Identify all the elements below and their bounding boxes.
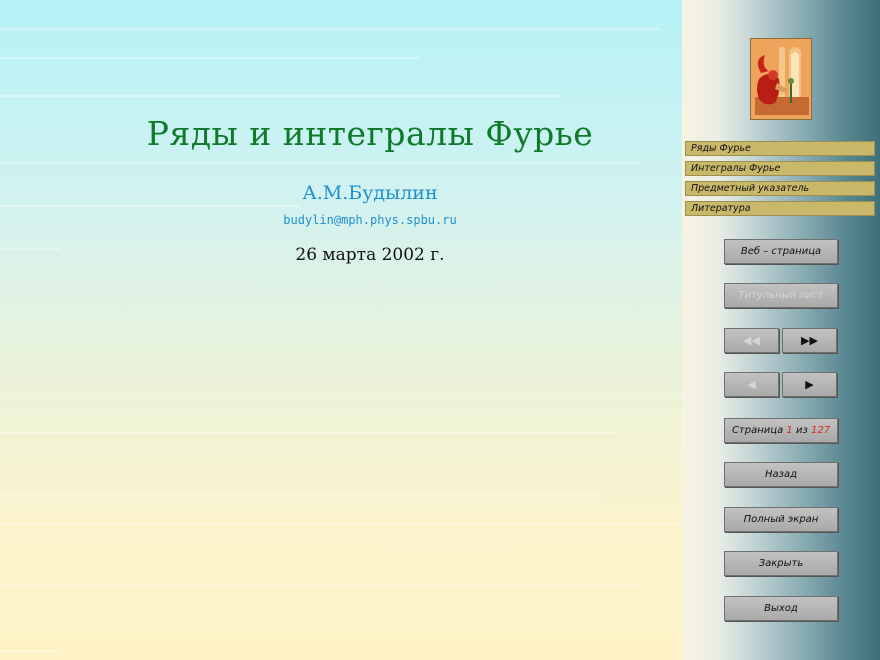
web-page-button[interactable]: Веб – страница: [724, 239, 838, 264]
page-indicator[interactable]: Страница 1 из 127: [724, 418, 838, 443]
slide-area: [0, 0, 682, 660]
page-title: Ряды и интегралы Фурье: [146, 114, 594, 153]
next-page-button[interactable]: ▶: [782, 372, 837, 397]
author-email[interactable]: budylin@mph.phys.spbu.ru: [0, 213, 740, 227]
nav-item-subject-index[interactable]: Предметный указатель: [685, 181, 875, 196]
close-button[interactable]: Закрыть: [724, 551, 838, 576]
presentation-date: 26 марта 2002 г.: [295, 245, 445, 265]
page-prefix-label: Страница: [731, 425, 784, 436]
page-of-label: из: [795, 425, 808, 436]
prev-page-button[interactable]: ◀: [724, 372, 779, 397]
prev-section-button[interactable]: ◀◀: [724, 328, 779, 353]
exit-button[interactable]: Выход: [724, 596, 838, 621]
right-arrow-icon: ▶: [805, 378, 814, 391]
next-section-button[interactable]: ▶▶: [782, 328, 837, 353]
fullscreen-button[interactable]: Полный экран: [724, 507, 838, 532]
title-page-button[interactable]: Титульный лист: [724, 283, 838, 308]
page-current-number: 1: [786, 425, 793, 436]
double-left-arrow-icon: ◀◀: [743, 334, 760, 347]
logo-image: [750, 38, 812, 120]
left-arrow-icon: ◀: [747, 378, 756, 391]
double-right-arrow-icon: ▶▶: [801, 334, 818, 347]
page-total-number: 127: [810, 425, 831, 436]
nav-item-fourier-series[interactable]: Ряды Фурье: [685, 141, 875, 156]
author-name: А.М.Будылин: [302, 182, 438, 204]
back-button[interactable]: Назад: [724, 462, 838, 487]
nav-item-fourier-integrals[interactable]: Интегралы Фурье: [685, 161, 875, 176]
nav-item-literature[interactable]: Литература: [685, 201, 875, 216]
logo-illustration-icon: [751, 39, 811, 119]
